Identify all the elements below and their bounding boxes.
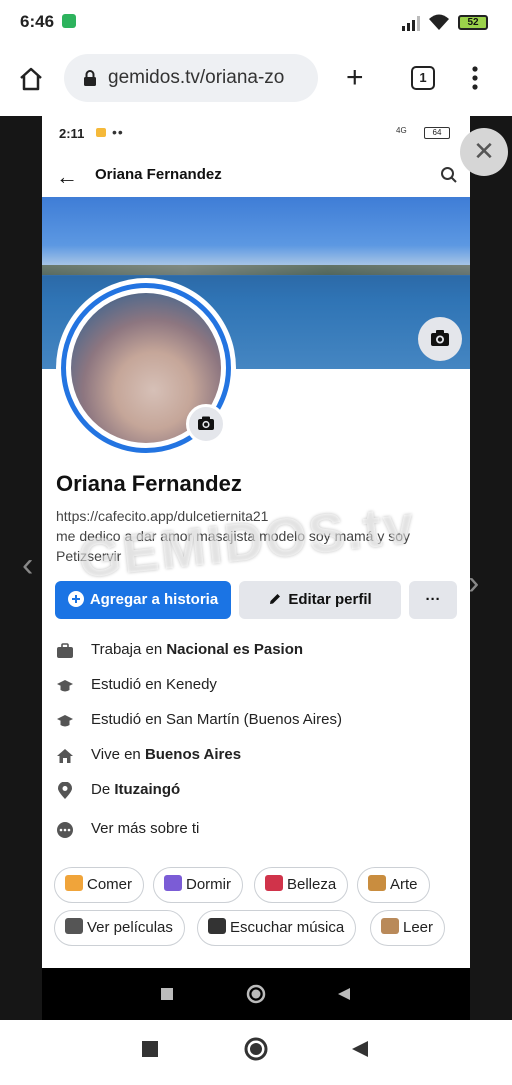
previous-arrow-icon[interactable]: ‹ [22, 546, 33, 585]
battery-icon: 52 [458, 15, 488, 30]
phone-battery-icon: 64 [424, 127, 450, 139]
search-icon[interactable] [440, 166, 458, 184]
hobby-chip-comer[interactable]: Comer [54, 867, 145, 903]
film-camera-icon [65, 918, 83, 934]
lipstick-icon [265, 875, 283, 891]
profile-header: ← Oriana Fernandez [42, 156, 470, 196]
header-title: Oriana Fernandez [95, 166, 222, 183]
phone-status-time: 2:11 [59, 126, 85, 141]
camera-icon [198, 416, 214, 430]
signal-icon [402, 16, 420, 31]
cover-camera-button[interactable] [418, 317, 462, 361]
hobby-chip-leer[interactable]: Leer [370, 910, 446, 946]
palette-icon [368, 875, 386, 891]
add-story-button[interactable]: Agregar a historia [55, 581, 231, 619]
home-icon [57, 749, 73, 763]
edit-profile-button[interactable]: Editar perfil [239, 581, 401, 619]
hobby-chip-dormir[interactable]: Dormir [153, 867, 243, 903]
wifi-icon [429, 14, 449, 30]
add-story-label: Agregar a historia [89, 591, 219, 608]
profile-picture[interactable] [56, 278, 236, 458]
status-time: 6:46 [20, 12, 55, 31]
image-viewer: ‹ › 2:11 •• 4G 64 ← Oriana Fernandez Ori… [0, 116, 512, 1020]
phone-signal-label: 4G [396, 126, 407, 135]
screenshot-image: 2:11 •• 4G 64 ← Oriana Fernandez Oriana … [42, 116, 470, 1020]
system-navigation-bar [0, 1020, 512, 1080]
zzz-icon [164, 875, 182, 891]
system-status-bar: 6:46 52 [0, 0, 512, 46]
pizza-icon [65, 875, 83, 891]
tab-switcher-button[interactable]: 1 [411, 66, 435, 90]
phone-status-bar: 2:11 •• 4G 64 [42, 116, 470, 152]
url-text: gemidos.tv/oriana-zo [108, 67, 285, 88]
phone-navigation-bar [42, 968, 470, 1020]
graduation-cap-icon [57, 715, 73, 727]
hobby-chip-escuchar-musica[interactable]: Escuchar música [197, 910, 357, 946]
detail-work-prefix: Trabaja en [91, 641, 167, 658]
hobby-chip-ver-peliculas[interactable]: Ver películas [54, 910, 185, 946]
see-more-about-label: Ver más sobre ti [91, 820, 200, 837]
back-triangle-icon [338, 988, 350, 1000]
back-arrow-icon[interactable]: ← [56, 164, 78, 190]
hobby-label: Ver películas [87, 919, 173, 936]
address-bar[interactable]: gemidos.tv/oriana-zo [64, 54, 318, 102]
more-options-button[interactable]: ··· [409, 581, 457, 619]
cover-shoreline [42, 265, 470, 275]
graduation-cap-icon [57, 680, 73, 692]
more-dots-icon [57, 822, 73, 838]
hobby-label: Arte [390, 876, 418, 893]
phone-notification-icon [96, 128, 106, 137]
location-pin-icon [58, 782, 72, 799]
hobby-chip-arte[interactable]: Arte [357, 867, 430, 903]
detail-lives-prefix: Vive en [91, 746, 145, 763]
back-triangle-icon [352, 1041, 368, 1057]
phone-notification-dots: •• [112, 124, 124, 140]
new-tab-button[interactable]: + [346, 63, 364, 93]
detail-from-prefix: De [91, 781, 115, 798]
recent-apps-icon [161, 988, 173, 1000]
system-nav-icons [142, 1037, 368, 1061]
recent-apps-icon [142, 1041, 158, 1057]
lock-icon [84, 70, 96, 86]
hobby-label: Comer [87, 876, 133, 893]
plus-circle-icon [67, 591, 84, 607]
hobby-label: Escuchar música [230, 919, 345, 936]
book-icon [381, 918, 399, 934]
home-icon[interactable] [18, 66, 44, 92]
hobby-label: Leer [403, 919, 434, 936]
detail-lives-strong[interactable]: Buenos Aires [145, 746, 241, 763]
browser-toolbar: gemidos.tv/oriana-zo + 1 [0, 46, 512, 116]
close-viewer-button[interactable]: ✕ [460, 128, 508, 176]
hobby-chip-belleza[interactable]: Belleza [254, 867, 349, 903]
detail-education-2-text: Estudió en San Martín (Buenos Aires) [91, 711, 342, 728]
detail-from-strong[interactable]: Ituzaingó [114, 781, 180, 798]
detail-education-1-text: Estudió en Kenedy [91, 676, 217, 693]
profile-name: Oriana Fernandez [56, 471, 242, 496]
camera-icon [431, 330, 449, 346]
hobby-label: Belleza [287, 876, 337, 893]
briefcase-icon [57, 643, 73, 658]
menu-dots-icon[interactable] [471, 66, 479, 90]
headphones-icon [208, 918, 226, 934]
detail-work-strong[interactable]: Nacional es Pasion [166, 641, 303, 658]
edit-profile-label: Editar perfil [288, 591, 372, 608]
hobby-label: Dormir [186, 876, 231, 893]
pencil-icon [270, 594, 281, 604]
viewer-backdrop-left [0, 116, 42, 1020]
avatar-camera-button[interactable] [186, 404, 226, 444]
phone-nav-icons [161, 984, 350, 1004]
notification-icon [62, 14, 76, 28]
